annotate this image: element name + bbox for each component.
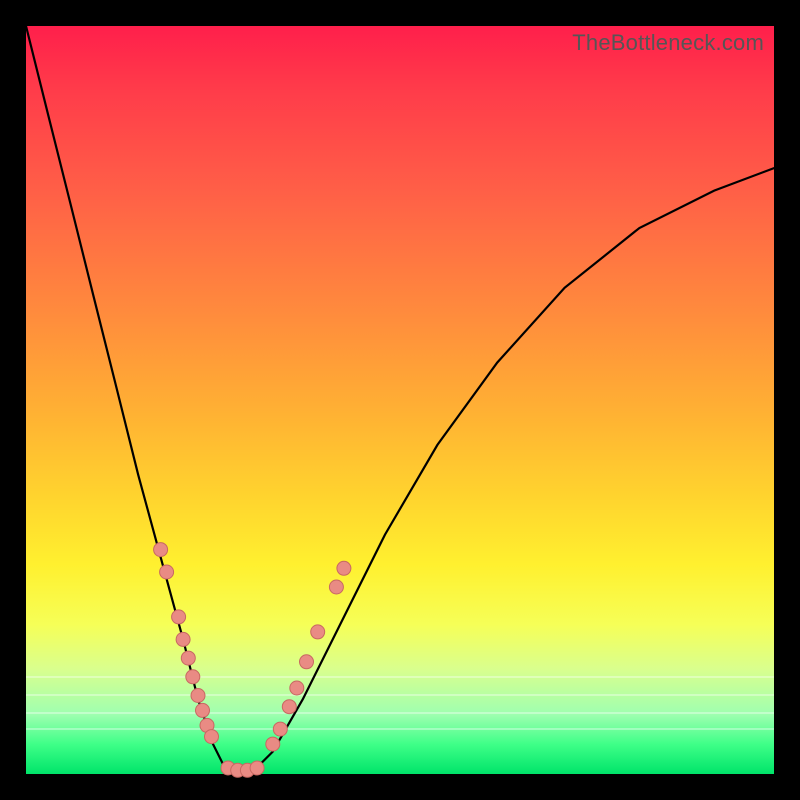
plot-area: TheBottleneck.com (26, 26, 774, 774)
bottleneck-curve (26, 26, 774, 774)
data-dot (196, 703, 210, 717)
data-dot (154, 543, 168, 557)
data-dot (205, 730, 219, 744)
data-dot (337, 561, 351, 575)
data-dot (181, 651, 195, 665)
outer-frame: TheBottleneck.com (0, 0, 800, 800)
dots-right-group (266, 561, 351, 751)
data-dot (329, 580, 343, 594)
data-dot (250, 761, 264, 775)
data-dot (172, 610, 186, 624)
data-dot (176, 632, 190, 646)
data-dot (273, 722, 287, 736)
chart-svg (26, 26, 774, 774)
data-dot (290, 681, 304, 695)
dots-bottom-group (221, 761, 264, 777)
data-dot (282, 700, 296, 714)
data-dot (186, 670, 200, 684)
data-dot (160, 565, 174, 579)
data-dot (311, 625, 325, 639)
dots-left-group (154, 543, 219, 744)
data-dot (266, 737, 280, 751)
data-dot (300, 655, 314, 669)
data-dot (191, 689, 205, 703)
